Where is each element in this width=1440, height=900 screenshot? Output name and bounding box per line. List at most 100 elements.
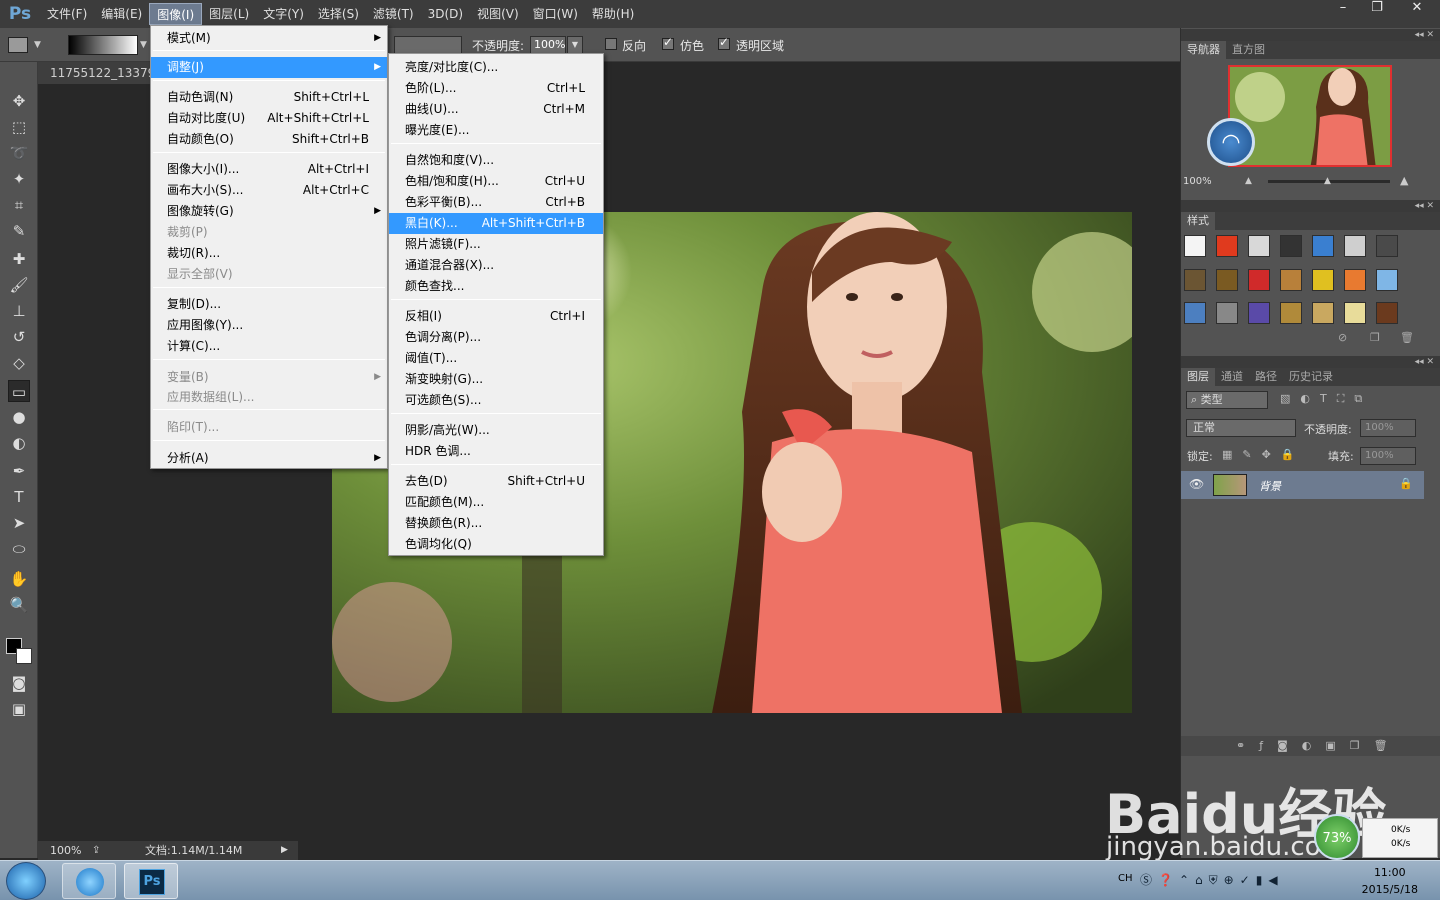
type-tool-icon[interactable]: T	[8, 486, 30, 508]
zoom-slider-thumb[interactable]: ▲	[1324, 176, 1331, 186]
style-swatch[interactable]	[1216, 302, 1238, 325]
menu-1[interactable]: 编辑(E)	[94, 3, 149, 25]
image-menu-item[interactable]: 陷印(T)...	[151, 417, 387, 438]
adjust-menu-item[interactable]: 黑白(K)... Alt+Shift+Ctrl+B	[389, 213, 603, 234]
marquee-tool-icon[interactable]: ⬚	[8, 116, 30, 138]
gradient-tool-icon[interactable]: ▭	[8, 380, 30, 402]
restore-button[interactable]: ❐	[1360, 0, 1394, 18]
image-menu-item[interactable]: 自动颜色(O) Shift+Ctrl+B	[151, 129, 387, 150]
adjust-menu-item[interactable]: 可选颜色(S)...	[389, 390, 603, 411]
image-menu-item[interactable]: 图像旋转(G) ▶	[151, 201, 387, 222]
status-arrow-icon[interactable]: ▶	[281, 841, 288, 860]
style-swatch[interactable]	[1248, 302, 1270, 325]
style-swatch[interactable]	[1184, 268, 1206, 291]
tab-channels[interactable]: 通道	[1215, 368, 1249, 386]
image-menu-item[interactable]: 分析(A) ▶	[151, 448, 387, 469]
zoom-tool-icon[interactable]: 🔍	[8, 594, 30, 616]
layer-name[interactable]: 背景	[1259, 478, 1281, 494]
lock-icons[interactable]: ▦✎✥🔒	[1222, 448, 1305, 461]
taskbar-app-browser[interactable]	[62, 863, 116, 899]
image-menu-item[interactable]: 显示全部(V)	[151, 264, 387, 285]
stamp-tool-icon[interactable]: ⊥	[8, 300, 30, 322]
adjust-menu-item[interactable]: 替换颜色(R)...	[389, 513, 603, 534]
image-menu-item[interactable]: 自动对比度(U) Alt+Shift+Ctrl+L	[151, 108, 387, 129]
adjust-menu-item[interactable]: 亮度/对比度(C)...	[389, 57, 603, 78]
image-menu-item[interactable]: 应用图像(Y)...	[151, 315, 387, 336]
kind-filter-select[interactable]: ⌕ 类型	[1186, 391, 1268, 409]
image-menu-item[interactable]: 应用数据组(L)...	[151, 387, 387, 408]
image-menu-item[interactable]: 调整(J) ▶	[151, 57, 387, 78]
style-swatch[interactable]	[1280, 235, 1302, 257]
history-brush-icon[interactable]: ↺	[8, 326, 30, 348]
image-menu-item[interactable]: 自动色调(N) Shift+Ctrl+L	[151, 87, 387, 108]
menu-6[interactable]: 滤镜(T)	[366, 3, 421, 25]
chevron-down-icon[interactable]: ▼	[140, 40, 147, 50]
adjust-menu-item[interactable]: 阴影/高光(W)...	[389, 420, 603, 441]
battery-gauge[interactable]: 73%	[1314, 814, 1360, 860]
adjust-menu-item[interactable]: 色调均化(Q)	[389, 534, 603, 555]
adjust-menu-item[interactable]: 反相(I) Ctrl+I	[389, 306, 603, 327]
zoom-in-icon[interactable]: ▲	[1400, 174, 1408, 187]
lasso-tool-icon[interactable]: ➰	[8, 142, 30, 164]
menu-8[interactable]: 视图(V)	[470, 3, 526, 25]
path-select-icon[interactable]: ➤	[8, 512, 30, 534]
menu-0[interactable]: 文件(F)	[40, 3, 94, 25]
style-swatch[interactable]	[1216, 235, 1238, 257]
blend-mode-select[interactable]: 正常	[1186, 419, 1296, 437]
menu-3[interactable]: 图层(L)	[202, 3, 256, 25]
language-indicator[interactable]: CH	[1118, 873, 1133, 884]
style-swatch[interactable]	[1312, 235, 1334, 257]
adjust-menu-item[interactable]: 颜色查找...	[389, 276, 603, 297]
tab-paths[interactable]: 路径	[1249, 368, 1283, 386]
layer-filter-icons[interactable]: ▧◐T⛶⧉	[1280, 392, 1372, 406]
tool-preset-icon[interactable]	[8, 37, 28, 53]
blur-tool-icon[interactable]: ●	[8, 406, 30, 428]
layer-row[interactable]: 👁 背景 🔒	[1181, 471, 1424, 499]
panel-collapse-bar[interactable]: ◂◂ ✕	[1181, 356, 1440, 368]
new-style-icon[interactable]: ❐	[1370, 331, 1380, 344]
panel-collapse-bar[interactable]: ◂◂ ✕	[1181, 29, 1440, 41]
style-swatch[interactable]	[1344, 302, 1366, 325]
pen-tool-icon[interactable]: ✒	[8, 460, 30, 482]
adjust-menu-item[interactable]: 去色(D) Shift+Ctrl+U	[389, 471, 603, 492]
style-swatch[interactable]	[1376, 268, 1398, 291]
image-menu-item[interactable]: 模式(M) ▶	[151, 28, 387, 49]
menu-2[interactable]: 图像(I)	[149, 3, 203, 25]
chevron-down-icon[interactable]: ▼	[34, 40, 41, 50]
style-swatch[interactable]	[1248, 235, 1270, 257]
adjust-menu-item[interactable]: 照片滤镜(F)...	[389, 234, 603, 255]
adjust-menu-item[interactable]: 色相/饱和度(H)... Ctrl+U	[389, 171, 603, 192]
tab-histogram[interactable]: 直方图	[1226, 41, 1271, 59]
image-menu-item[interactable]: 裁切(R)...	[151, 243, 387, 264]
magic-wand-icon[interactable]: ✦	[8, 168, 30, 190]
dodge-tool-icon[interactable]: ◐	[8, 432, 30, 454]
crop-tool-icon[interactable]: ⌗	[8, 194, 30, 216]
adjust-menu-item[interactable]: 自然饱和度(V)...	[389, 150, 603, 171]
menu-10[interactable]: 帮助(H)	[585, 3, 641, 25]
image-menu-item[interactable]: 画布大小(S)... Alt+Ctrl+C	[151, 180, 387, 201]
tab-styles[interactable]: 样式	[1181, 212, 1215, 230]
tab-layers[interactable]: 图层	[1181, 368, 1215, 386]
quick-mask-icon[interactable]: ◙	[8, 672, 30, 694]
trash-icon[interactable]: 🗑	[1400, 331, 1414, 344]
style-swatch[interactable]	[1248, 268, 1270, 291]
layer-opacity-input[interactable]: 100%	[1360, 419, 1416, 437]
ellipse-tool-icon[interactable]: ⬭	[8, 538, 30, 560]
gradient-swatch[interactable]	[68, 35, 138, 55]
style-swatch[interactable]	[1344, 235, 1366, 257]
background-color-swatch[interactable]	[16, 648, 32, 664]
hand-tool-icon[interactable]: ✋	[8, 568, 30, 590]
transparency-checkbox[interactable]	[718, 35, 730, 50]
adjust-menu-item[interactable]: HDR 色调...	[389, 441, 603, 462]
style-swatch[interactable]	[1280, 302, 1302, 325]
style-swatch[interactable]	[1184, 235, 1206, 257]
adjust-menu-item[interactable]: 曲线(U)... Ctrl+M	[389, 99, 603, 120]
healing-brush-icon[interactable]: ✚	[8, 248, 30, 270]
style-swatch[interactable]	[1312, 302, 1334, 325]
clear-style-icon[interactable]: ⊘	[1338, 331, 1347, 344]
menu-5[interactable]: 选择(S)	[311, 3, 366, 25]
image-menu-item[interactable]: 裁剪(P)	[151, 222, 387, 243]
adjust-menu-item[interactable]: 匹配颜色(M)...	[389, 492, 603, 513]
eyedropper-icon[interactable]: ✎	[8, 220, 30, 242]
layer-actions[interactable]: ⚭ƒ◙◐▣❐🗑	[1181, 736, 1440, 756]
